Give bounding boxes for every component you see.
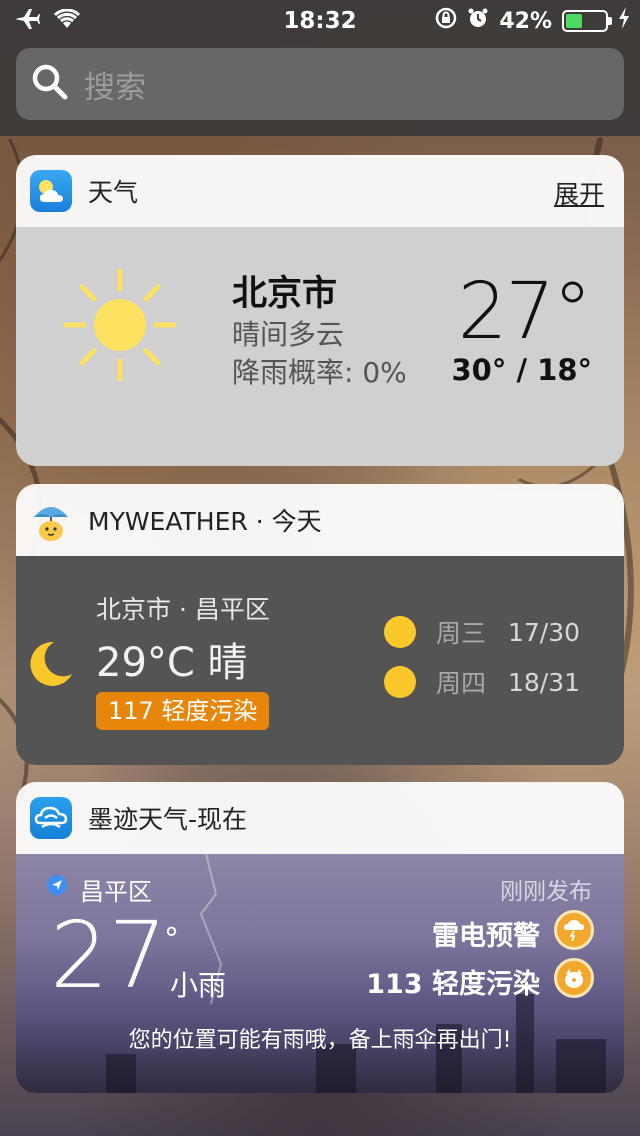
weather-condition: 晴间多云 [232,318,345,351]
location-pin-icon [46,874,68,900]
forecast-temps: 18/31 [508,667,581,697]
moji-widget-title: 墨迹天气-现在 [88,805,248,834]
aqi-badge: 117 轻度污染 [96,692,270,730]
weather-widget-title: 天气 [88,178,139,207]
battery-icon [562,10,612,32]
weather-tip: 您的位置可能有雨哦，备上雨伞再出门! [128,1028,512,1053]
weather-app-icon [30,170,72,212]
forecast-row: 周三 17/30 [384,614,580,650]
myweather-widget[interactable]: MYWEATHER · 今天 北京市 · 昌平区 29°C 晴 117 轻度污染… [16,484,624,765]
status-bar: 18:32 42% [0,0,640,40]
moji-degree: ° [164,922,179,957]
search-input[interactable]: 搜索 [16,48,624,120]
myweather-widget-title: MYWEATHER · 今天 [88,507,322,536]
search-icon [30,62,70,106]
moji-temperature: 27 [50,902,168,1009]
myweather-widget-body: 北京市 · 昌平区 29°C 晴 117 轻度污染 周三 17/30 周四 18… [16,556,624,765]
myweather-app-icon [30,499,72,541]
weather-widget[interactable]: 天气 展开 北京市 晴间多云 降雨概率: 0% 27° 30° / 18° [16,155,624,466]
posted-time: 刚刚发布 [500,879,592,905]
weather-widget-body: 北京市 晴间多云 降雨概率: 0% 27° 30° / 18° [16,227,624,466]
myweather-current: 29°C 晴 [96,640,248,686]
sunny-icon [384,666,416,698]
myweather-location: 北京市 · 昌平区 [96,595,270,624]
battery-percent: 42% [499,8,552,34]
city-name: 北京市 [232,274,338,314]
rain-chance: 降雨概率: 0% [232,356,407,389]
forecast-day: 周三 [436,619,487,648]
rotation-lock-icon [435,7,457,35]
forecast-row: 周四 18/31 [384,664,580,700]
temperature-range: 30° / 18° [451,353,593,387]
moji-condition: 小雨 [170,969,227,1002]
alarm-icon [467,7,489,35]
sun-icon [60,265,180,389]
weather-widget-header: 天气 展开 [16,155,624,227]
forecast-day: 周四 [436,669,487,698]
moon-icon [24,638,76,694]
sunny-icon [384,616,416,648]
current-temperature: 27° [457,267,592,357]
thunder-alert: 雷电预警 [432,921,540,952]
myweather-widget-header: MYWEATHER · 今天 [16,484,624,556]
expand-button[interactable]: 展开 [554,175,604,211]
moji-app-icon [30,797,72,839]
moji-aqi: 113 轻度污染 [366,969,540,1000]
charging-icon [618,7,630,35]
moji-weather-widget[interactable]: 墨迹天气-现在 昌平区 27 ° 小雨 刚刚发布 雷电预警 113 轻度污染 您… [16,782,624,1093]
moji-widget-body: 昌平区 27 ° 小雨 刚刚发布 雷电预警 113 轻度污染 您的位置可能有雨哦… [16,854,624,1093]
search-placeholder: 搜索 [84,69,146,106]
forecast-temps: 17/30 [508,617,581,647]
moji-widget-header: 墨迹天气-现在 [16,782,624,854]
battery-level [566,14,582,28]
thunderstorm-icon [554,910,594,950]
air-quality-icon [554,958,594,998]
